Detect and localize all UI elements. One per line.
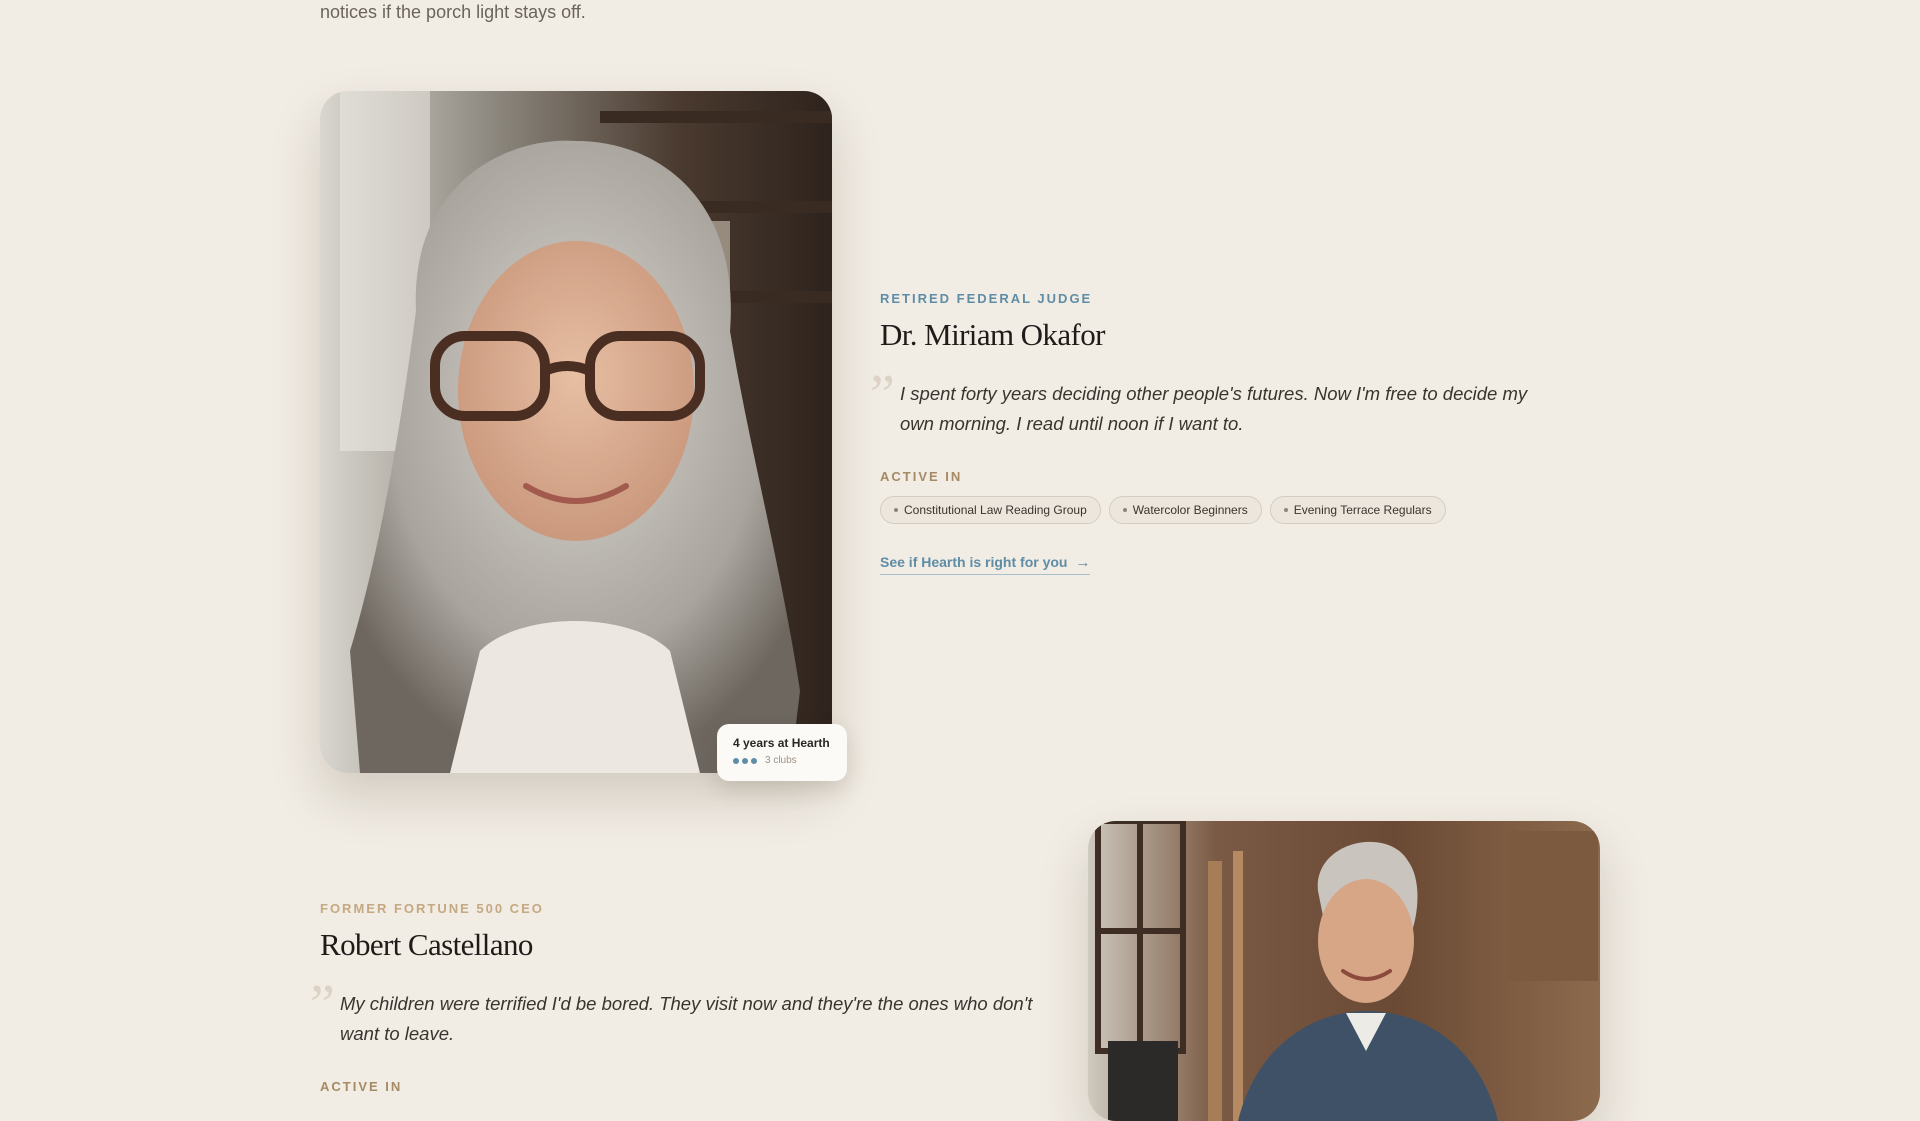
club-dot <box>742 757 748 764</box>
testimonial-quote: I spent forty years deciding other peopl… <box>900 382 1528 434</box>
bullet-icon <box>894 507 898 512</box>
portrait-photo-robert <box>1088 821 1600 1121</box>
arrow-right-icon: → <box>1075 553 1091 571</box>
tenure-badge: 4 years at Hearth 3 clubs <box>717 724 847 781</box>
club-chip[interactable]: Evening Terrace Regulars <box>1269 495 1446 524</box>
profile-robert-castellano: FORMER FORTUNE 500 CEO Robert Castellano… <box>310 901 1040 1094</box>
club-chip-label: Evening Terrace Regulars <box>1293 502 1432 517</box>
active-in-label: ACTIVE IN <box>880 468 963 484</box>
profile-name: Dr. Miriam Okafor <box>880 317 1105 352</box>
testimonial: ” My children were terrified I'd be bore… <box>310 977 1040 1049</box>
club-chips: Constitutional Law Reading Group Waterco… <box>880 495 1600 524</box>
club-chip[interactable]: Watercolor Beginners <box>1108 495 1262 524</box>
badge-club-count: 3 clubs <box>733 755 831 766</box>
quote-mark-icon: ” <box>870 363 895 426</box>
testimonial: ” I spent forty years deciding other peo… <box>870 367 1600 439</box>
portrait-photo-miriam <box>320 91 832 773</box>
bullet-icon <box>1122 507 1127 512</box>
quote-mark-icon: ” <box>310 973 335 1036</box>
bullet-icon <box>1283 507 1288 512</box>
active-in-label: ACTIVE IN <box>320 1078 403 1094</box>
club-chip[interactable]: Constitutional Law Reading Group <box>880 495 1101 524</box>
club-dot <box>751 757 757 764</box>
profile-miriam-okafor: RETIRED FEDERAL JUDGE Dr. Miriam Okafor … <box>870 291 1600 575</box>
profile-role: FORMER FORTUNE 500 CEO <box>320 901 544 916</box>
cta-label: See if Hearth is right for you <box>880 554 1068 571</box>
badge-title: 4 years at Hearth <box>733 736 830 750</box>
intro-text: notices if the porch light stays off. <box>320 2 586 22</box>
profile-role: RETIRED FEDERAL JUDGE <box>880 291 1093 306</box>
badge-clubs-label: 3 clubs <box>765 755 797 766</box>
see-if-right-link[interactable]: See if Hearth is right for you → <box>880 553 1091 575</box>
testimonial-quote: My children were terrified I'd be bored.… <box>340 992 1033 1044</box>
club-dot <box>733 757 739 764</box>
club-chip-label: Watercolor Beginners <box>1132 502 1248 517</box>
profile-name: Robert Castellano <box>320 927 533 962</box>
club-chip-label: Constitutional Law Reading Group <box>904 502 1087 517</box>
